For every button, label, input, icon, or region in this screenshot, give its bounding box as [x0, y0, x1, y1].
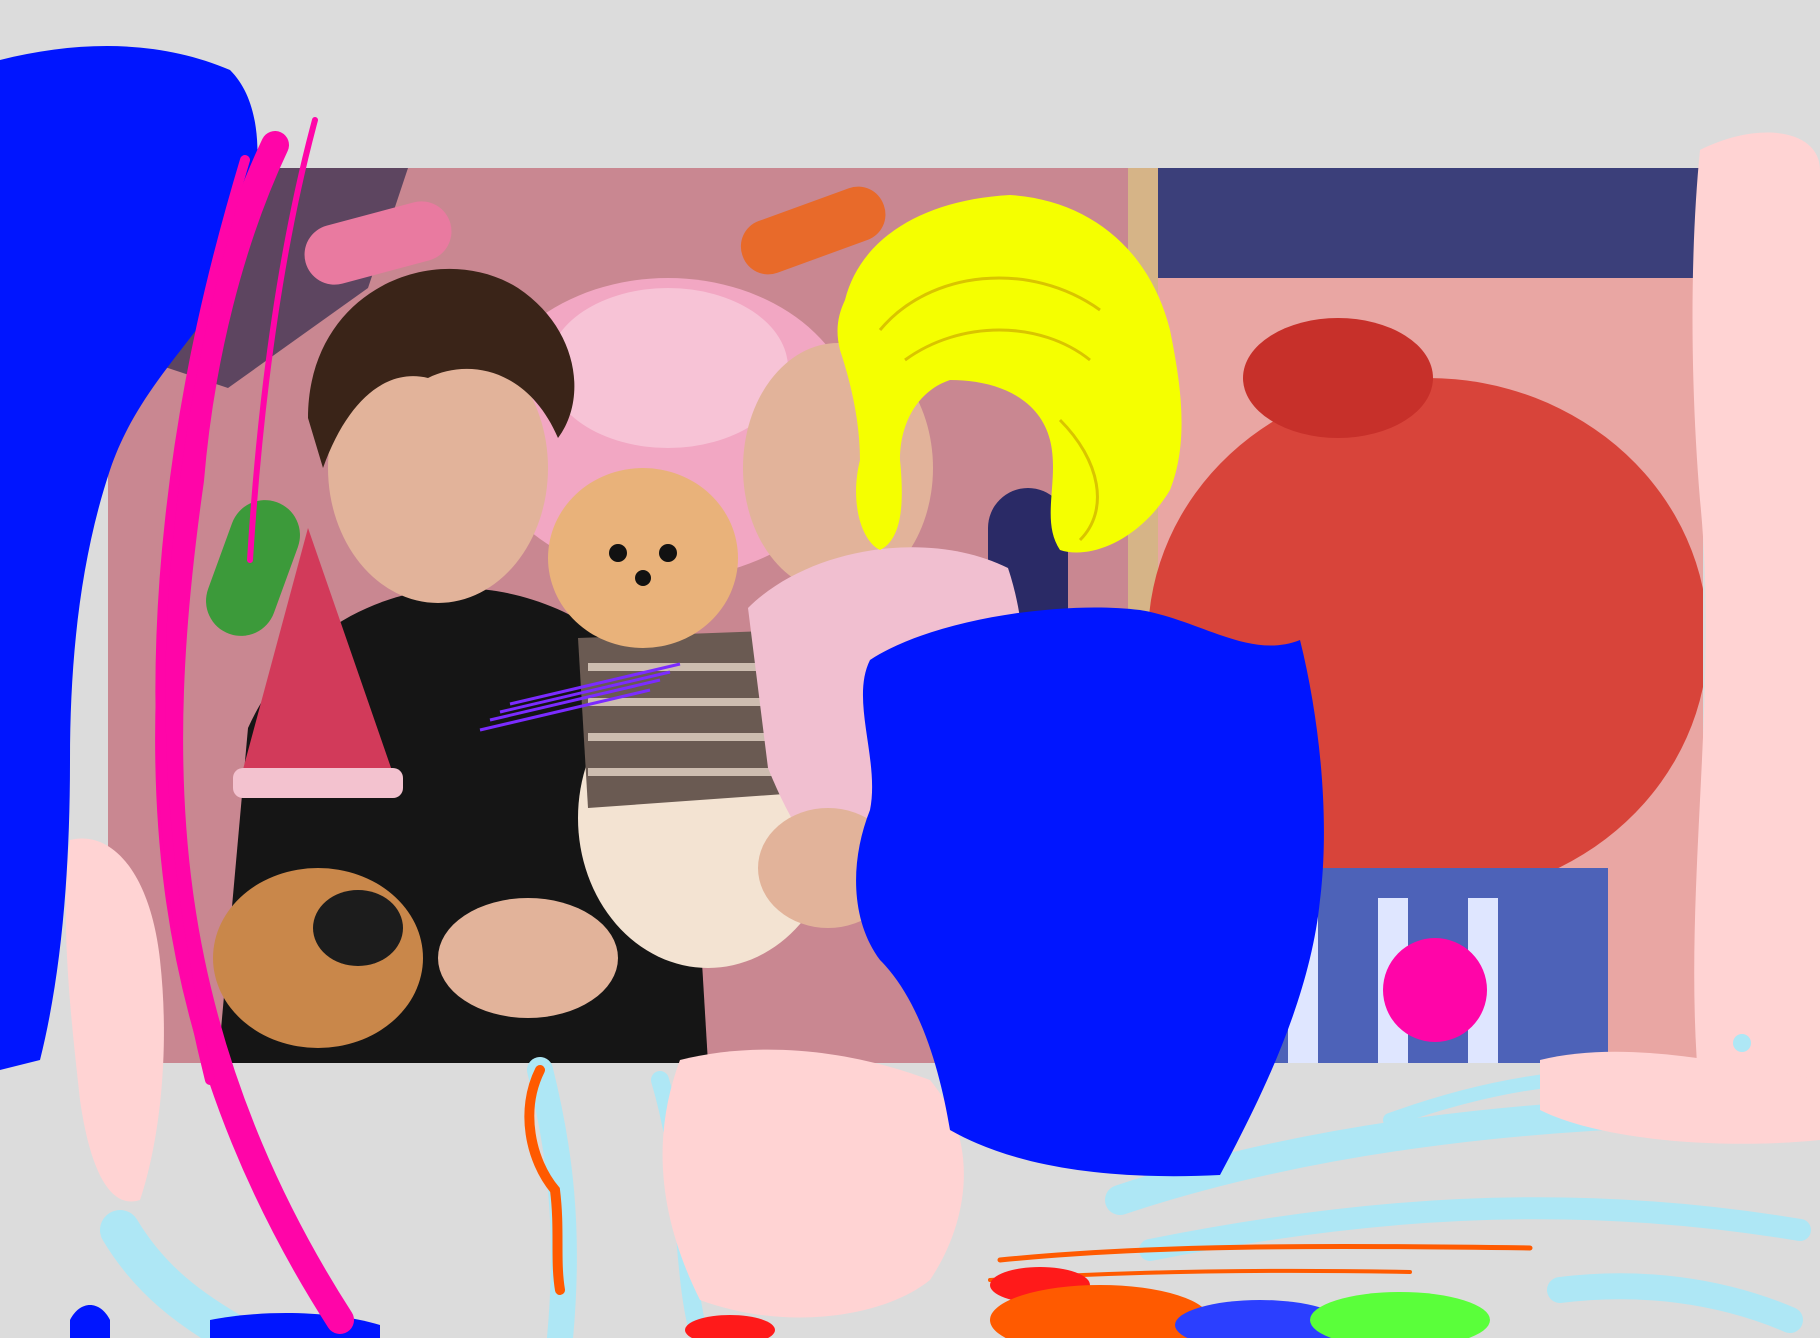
magenta-dot [1383, 938, 1487, 1042]
collage-canvas [0, 0, 1820, 1338]
paint-overlay [0, 46, 1820, 1338]
purple-strokes [479, 662, 681, 732]
yellow-hair-paint [837, 195, 1182, 553]
blue-strokes [0, 46, 1324, 1338]
